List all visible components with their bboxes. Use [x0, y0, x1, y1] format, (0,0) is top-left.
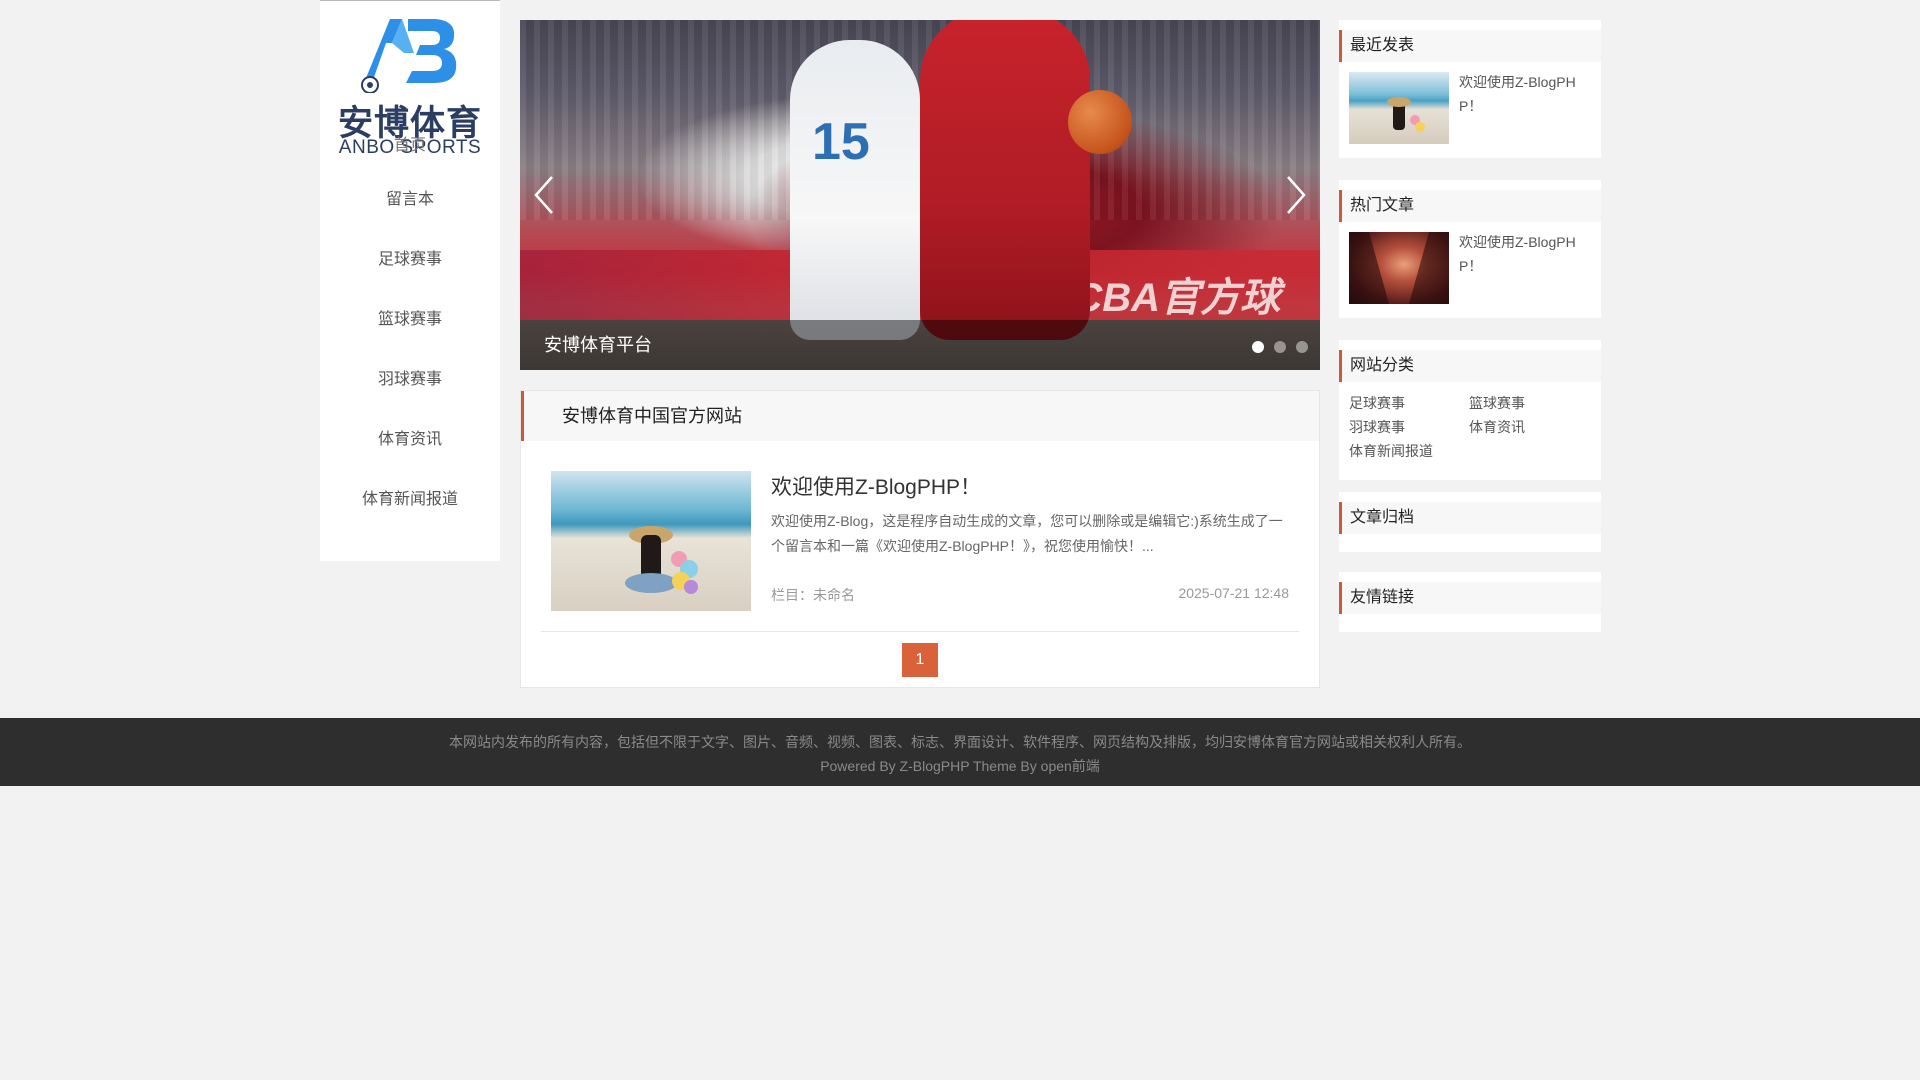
- nav-item-guestbook[interactable]: 留言本: [320, 170, 500, 230]
- category-link-badminton[interactable]: 羽球赛事: [1349, 418, 1469, 436]
- slider-dot-3[interactable]: [1296, 341, 1308, 353]
- hot-post-thumbnail[interactable]: [1349, 232, 1449, 304]
- widget-body-categories: 足球赛事 篮球赛事 羽球赛事 体育资讯 体育新闻报道: [1339, 382, 1601, 480]
- widget-title-hot: 热门文章: [1339, 190, 1601, 222]
- widget-title-recent: 最近发表: [1339, 30, 1601, 62]
- slide-player-white: 15: [790, 40, 920, 340]
- logo-mark-icon: [361, 19, 457, 93]
- category-link-sports-news[interactable]: 体育资讯: [1469, 418, 1589, 436]
- post-divider: [541, 631, 1299, 632]
- chevron-right-icon: [1287, 176, 1306, 214]
- widget-body-links: [1339, 614, 1601, 632]
- slider-prev-button[interactable]: [530, 175, 558, 215]
- left-sidebar: 安博体育 ANBO SPORTS 首页 留言本 足球赛事 篮球赛事 羽球赛事 体…: [320, 0, 500, 561]
- post-title[interactable]: 欢迎使用Z-BlogPHP！: [771, 471, 981, 501]
- recent-post-item[interactable]: 欢迎使用Z-BlogPHP！: [1349, 72, 1591, 144]
- main-nav: 首页 留言本 足球赛事 篮球赛事 羽球赛事 体育资讯 体育新闻报道: [320, 131, 500, 530]
- post-category[interactable]: 栏目：未命名: [771, 585, 855, 605]
- footer-copyright: 本网站内发布的所有内容，包括但不限于文字、图片、音频、视频、图表、标志、界面设计…: [449, 734, 1471, 750]
- recent-post-thumbnail[interactable]: [1349, 72, 1449, 144]
- widget-links: 友情链接: [1339, 572, 1601, 632]
- slider-dot-2[interactable]: [1274, 341, 1286, 353]
- hot-post-item[interactable]: 欢迎使用Z-BlogPHP！: [1349, 232, 1591, 304]
- section-title: 安博体育中国官方网站: [521, 391, 1319, 441]
- nav-item-sports-news[interactable]: 体育资讯: [320, 410, 500, 470]
- widget-recent-posts: 最近发表 欢迎使用Z-BlogPHP！: [1339, 20, 1601, 158]
- category-link-news-reports[interactable]: 体育新闻报道: [1349, 442, 1469, 460]
- beach-girl-image: [625, 526, 698, 594]
- post-date: 2025-07-21 12:48: [1178, 585, 1289, 601]
- slider-dot-1[interactable]: [1252, 341, 1264, 353]
- recent-post-title[interactable]: 欢迎使用Z-BlogPHP！: [1459, 70, 1579, 118]
- chevron-left-icon: [534, 176, 553, 214]
- slider-dots: [1252, 341, 1308, 353]
- post-excerpt: 欢迎使用Z-Blog，这是程序自动生成的文章，您可以删除或是编辑它:)系统生成了…: [771, 513, 1283, 554]
- nav-item-basketball[interactable]: 篮球赛事: [320, 290, 500, 350]
- widget-body-archive: [1339, 534, 1601, 552]
- hero-slider[interactable]: 威| 惠| CBA官方球 15 安博体育平台: [520, 20, 1320, 370]
- widget-body-recent: 欢迎使用Z-BlogPHP！: [1339, 62, 1601, 158]
- category-link-basketball[interactable]: 篮球赛事: [1469, 394, 1589, 412]
- widget-categories: 网站分类 足球赛事 篮球赛事 羽球赛事 体育资讯 体育新闻报道: [1339, 340, 1601, 480]
- slide-jersey-number: 15: [812, 113, 870, 171]
- category-list: 足球赛事 篮球赛事 羽球赛事 体育资讯 体育新闻报道: [1349, 392, 1591, 466]
- widget-body-hot: 欢迎使用Z-BlogPHP！: [1339, 222, 1601, 318]
- widget-title-categories: 网站分类: [1339, 350, 1601, 382]
- forest-path-image: [1349, 232, 1449, 304]
- post-item: 欢迎使用Z-BlogPHP！ 欢迎使用Z-Blog，这是程序自动生成的文章，您可…: [551, 471, 1289, 611]
- widget-title-archive: 文章归档: [1339, 502, 1601, 534]
- post-thumbnail[interactable]: [551, 471, 751, 611]
- nav-item-news-reports[interactable]: 体育新闻报道: [320, 470, 500, 530]
- slide-player-red: [920, 20, 1090, 340]
- nav-item-football[interactable]: 足球赛事: [320, 230, 500, 290]
- widget-hot-posts: 热门文章 欢迎使用Z-BlogPHP！: [1339, 180, 1601, 318]
- basketball-icon: [1068, 90, 1132, 154]
- pagination-page-1[interactable]: 1: [902, 643, 938, 677]
- category-link-football[interactable]: 足球赛事: [1349, 394, 1469, 412]
- widget-title-links: 友情链接: [1339, 582, 1601, 614]
- nav-item-badminton[interactable]: 羽球赛事: [320, 350, 500, 410]
- nav-item-home[interactable]: 首页: [320, 131, 500, 161]
- hot-post-title[interactable]: 欢迎使用Z-BlogPHP！: [1459, 230, 1579, 278]
- widget-archive: 文章归档: [1339, 492, 1601, 552]
- footer-powered-by[interactable]: Powered By Z-BlogPHP Theme By open前端: [0, 756, 1920, 776]
- site-footer: 本网站内发布的所有内容，包括但不限于文字、图片、音频、视频、图表、标志、界面设计…: [0, 718, 1920, 786]
- post-list-panel: 安博体育中国官方网站 欢迎使用Z-BlogPHP！ 欢迎使用Z-Blog，这是程…: [520, 390, 1320, 688]
- slide-caption[interactable]: 安博体育平台: [544, 331, 652, 357]
- slider-next-button[interactable]: [1282, 175, 1310, 215]
- beach-girl-image: [1387, 97, 1425, 132]
